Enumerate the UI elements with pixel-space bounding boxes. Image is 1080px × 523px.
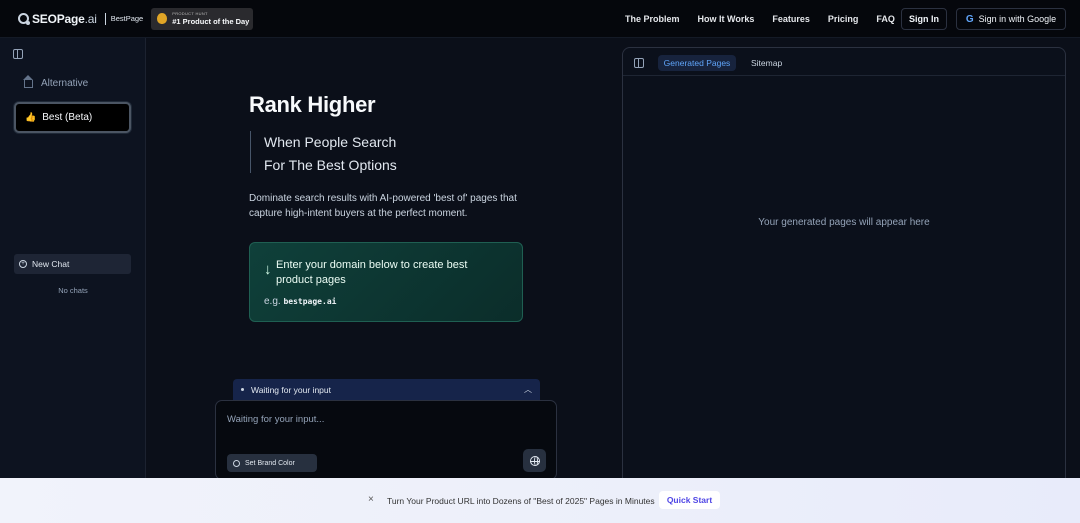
top-navbar: SEOPage.ai BestPage PRODUCT HUNT #1 Prod… bbox=[0, 0, 1080, 38]
chevron-up-icon[interactable]: ︿ bbox=[524, 384, 532, 395]
hero-subtitle: When People Search For The Best Options bbox=[264, 131, 397, 177]
domain-instruction-text: Enter your domain below to create best p… bbox=[276, 259, 468, 286]
badge-small-text: PRODUCT HUNT bbox=[172, 10, 208, 16]
status-dot-icon bbox=[241, 388, 244, 391]
chat-status-bar[interactable]: Waiting for your input ︿ bbox=[233, 379, 540, 400]
hero-subtitle-line2: For The Best Options bbox=[264, 157, 397, 173]
sidebar-item-label: Alternative bbox=[41, 78, 89, 89]
tab-generated-pages[interactable]: Generated Pages bbox=[658, 55, 736, 71]
logo-divider bbox=[104, 12, 106, 25]
medal-icon bbox=[157, 13, 168, 24]
domain-example: e.g. bestpage.ai bbox=[264, 296, 337, 307]
globe-icon bbox=[529, 455, 540, 466]
hero-title: Rank Higher bbox=[249, 92, 376, 117]
sign-in-button[interactable]: Sign In bbox=[901, 8, 947, 30]
domain-instruction-card: ↓ Enter your domain below to create best… bbox=[249, 242, 523, 322]
logo[interactable]: SEOPage.ai BestPage bbox=[18, 12, 143, 26]
globe-button[interactable] bbox=[523, 449, 546, 472]
google-sign-in-label: Sign in with Google bbox=[978, 14, 1057, 24]
hero-description: Dominate search results with AI-powered … bbox=[249, 193, 517, 219]
thumbs-up-icon: 👍 bbox=[25, 112, 37, 122]
home-icon bbox=[23, 74, 33, 88]
example-domain: bestpage.ai bbox=[283, 297, 337, 306]
sidebar-item-best[interactable]: 👍 Best (Beta) bbox=[14, 102, 131, 133]
chat-status-text: Waiting for your input bbox=[251, 384, 331, 395]
chat-input-placeholder[interactable]: Waiting for your input... bbox=[227, 414, 324, 425]
panel-empty-text: Your generated pages will appear here bbox=[758, 217, 930, 228]
no-chats-text: No chats bbox=[58, 286, 88, 295]
sidebar-item-alternative[interactable]: Alternative bbox=[23, 74, 89, 89]
nav-link-faq[interactable]: FAQ bbox=[876, 14, 895, 24]
palette-icon bbox=[233, 459, 240, 467]
plus-circle-icon: + bbox=[19, 260, 27, 268]
sub-brand: BestPage bbox=[110, 14, 144, 23]
panel-header: Generated Pages Sitemap bbox=[623, 48, 1065, 76]
set-brand-color-label: Set Brand Color bbox=[245, 459, 295, 467]
logo-text: SEOPage.ai bbox=[32, 11, 97, 26]
arrow-down-icon: ↓ bbox=[264, 261, 272, 278]
nav-link-how-it-works[interactable]: How It Works bbox=[698, 14, 755, 24]
quick-start-button[interactable]: Quick Start bbox=[659, 491, 720, 509]
sidebar-item-label: Best (Beta) bbox=[42, 112, 93, 123]
hero-divider bbox=[250, 131, 251, 173]
nav-link-the-problem[interactable]: The Problem bbox=[625, 14, 680, 24]
nav-link-features[interactable]: Features bbox=[772, 14, 810, 24]
close-icon[interactable]: × bbox=[368, 494, 374, 505]
generated-pages-panel: Generated Pages Sitemap Your generated p… bbox=[622, 47, 1066, 487]
chat-input-box[interactable]: Waiting for your input... Set Brand Colo… bbox=[215, 400, 557, 480]
tab-sitemap[interactable]: Sitemap bbox=[751, 58, 782, 68]
product-hunt-badge[interactable]: PRODUCT HUNT #1 Product of the Day bbox=[151, 7, 254, 30]
sidebar-toggle-icon[interactable] bbox=[13, 49, 23, 59]
promo-banner: × Turn Your Product URL into Dozens of "… bbox=[0, 478, 1080, 523]
panel-toggle-icon[interactable] bbox=[634, 58, 644, 68]
badge-title: #1 Product of the Day bbox=[172, 16, 250, 26]
google-sign-in-button[interactable]: G Sign in with Google bbox=[956, 8, 1066, 30]
nav-links: The Problem How It Works Features Pricin… bbox=[625, 0, 895, 38]
nav-link-pricing[interactable]: Pricing bbox=[828, 14, 859, 24]
hero-subtitle-line1: When People Search bbox=[264, 134, 397, 150]
new-chat-label: New Chat bbox=[32, 259, 70, 269]
sidebar: Alternative 👍 Best (Beta) + New Chat No … bbox=[0, 38, 146, 478]
google-icon: G bbox=[965, 13, 974, 25]
new-chat-button[interactable]: + New Chat bbox=[14, 254, 131, 274]
set-brand-color-button[interactable]: Set Brand Color bbox=[227, 454, 317, 472]
seopage-logo-icon bbox=[18, 13, 30, 25]
banner-text: Turn Your Product URL into Dozens of "Be… bbox=[387, 496, 655, 506]
